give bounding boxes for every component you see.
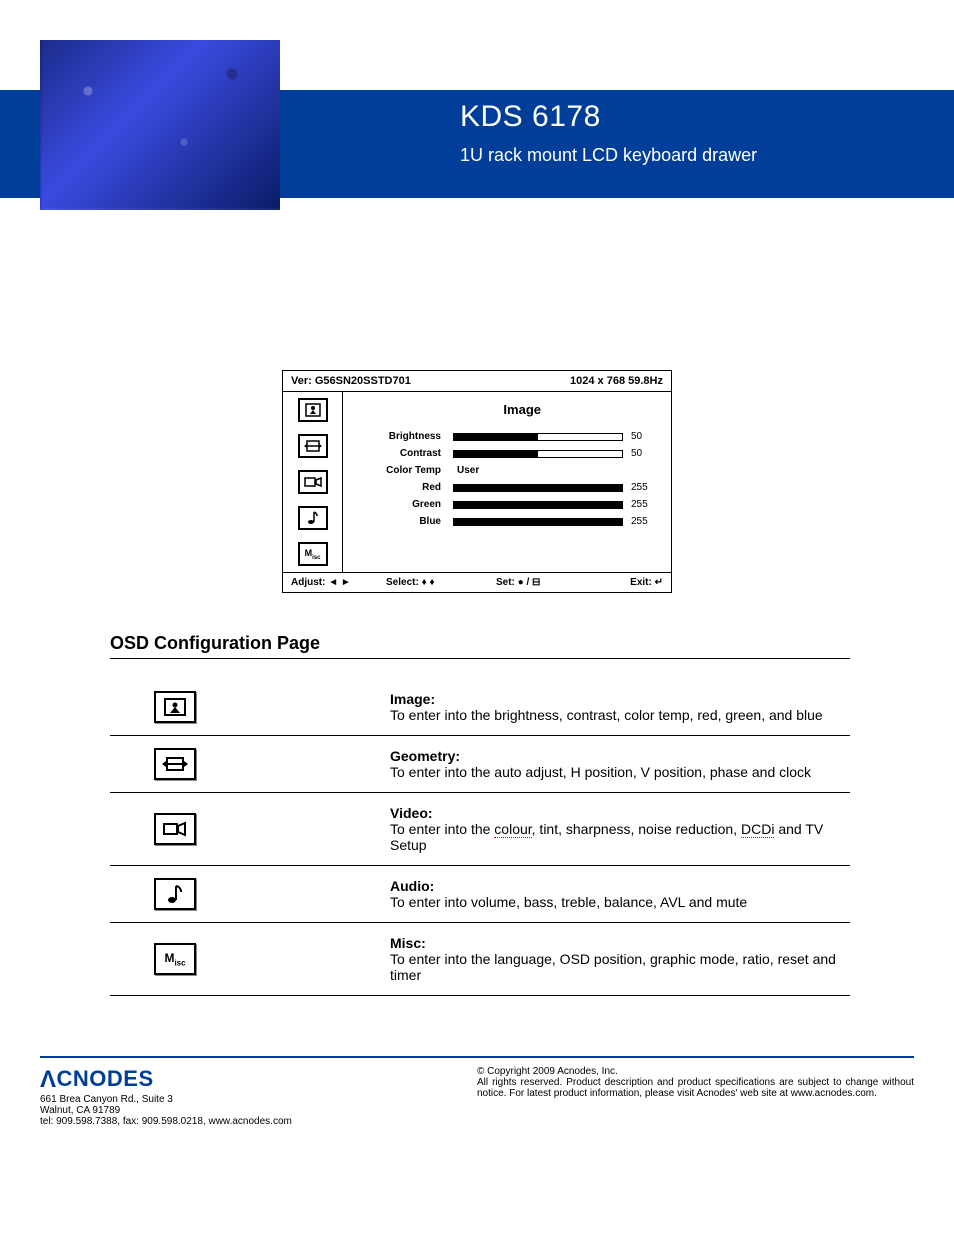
header-banner: KDS 6178 1U rack mount LCD keyboard draw… xyxy=(0,40,954,220)
osd-version: Ver: G56SN20SSTD701 xyxy=(291,375,411,387)
cfg-title: Image: xyxy=(390,691,850,707)
config-table: Image: To enter into the brightness, con… xyxy=(110,679,850,996)
misc-icon: Misc xyxy=(154,943,196,975)
cfg-row-geometry: Geometry: To enter into the auto adjust,… xyxy=(110,736,850,793)
logo: ΛCNODES xyxy=(40,1066,477,1094)
footer-addr2: Walnut, CA 91789 xyxy=(40,1105,477,1116)
osd-exit: Exit: ↵ xyxy=(598,573,671,592)
osd-row-contrast: Contrast 50 xyxy=(343,448,661,459)
cfg-row-image: Image: To enter into the brightness, con… xyxy=(110,679,850,736)
product-title: KDS 6178 xyxy=(460,100,601,134)
header-image xyxy=(40,40,280,210)
cfg-row-video: Video: To enter into the colour, tint, s… xyxy=(110,793,850,866)
osd-panel: Ver: G56SN20SSTD701 1024 x 768 59.8Hz Mi… xyxy=(282,370,672,593)
section-title: OSD Configuration Page xyxy=(110,633,850,659)
cfg-desc-mid: , tint, sharpness, noise reduction, xyxy=(532,821,741,837)
video-icon[interactable] xyxy=(298,470,328,494)
cfg-desc-pre: To enter into the xyxy=(390,821,494,837)
geometry-icon xyxy=(154,748,196,780)
image-icon xyxy=(154,691,196,723)
osd-row-colortemp: Color Temp User xyxy=(343,465,661,476)
footer-addr3: tel: 909.598.7388, fax: 909.598.0218, ww… xyxy=(40,1116,477,1127)
footer-addr1: 661 Brea Canyon Rd., Suite 3 xyxy=(40,1094,477,1105)
misc-icon[interactable]: Misc xyxy=(298,542,328,566)
cfg-desc-dotted: colour xyxy=(494,821,531,838)
audio-icon xyxy=(154,878,196,910)
footer-copy: © Copyright 2009 Acnodes, Inc. xyxy=(477,1066,914,1077)
cfg-title: Audio: xyxy=(390,878,850,894)
osd-adjust: Adjust: ◄ ► xyxy=(283,573,378,592)
osd-side-icons: Misc xyxy=(283,392,343,572)
cfg-desc-dotted2: DCDi xyxy=(741,821,774,838)
osd-row-blue: Blue 255 xyxy=(343,516,661,527)
product-subtitle: 1U rack mount LCD keyboard drawer xyxy=(460,145,757,166)
cfg-row-audio: Audio: To enter into volume, bass, trebl… xyxy=(110,866,850,923)
cfg-desc: To enter into the brightness, contrast, … xyxy=(390,707,823,723)
cfg-desc: To enter into the auto adjust, H positio… xyxy=(390,764,811,780)
osd-row-green: Green 255 xyxy=(343,499,661,510)
osd-set: Set: ● / ⊟ xyxy=(488,573,598,592)
audio-icon[interactable] xyxy=(298,506,328,530)
video-icon xyxy=(154,813,196,845)
osd-resolution: 1024 x 768 59.8Hz xyxy=(570,375,663,387)
image-icon[interactable] xyxy=(298,398,328,422)
cfg-row-misc: Misc Misc: To enter into the language, O… xyxy=(110,923,850,996)
osd-heading: Image xyxy=(343,398,661,425)
cfg-title: Misc: xyxy=(390,935,850,951)
page-footer: ΛCNODES 661 Brea Canyon Rd., Suite 3 Wal… xyxy=(40,1056,914,1127)
geometry-icon[interactable] xyxy=(298,434,328,458)
osd-select: Select: ♦ ♦ xyxy=(378,573,488,592)
osd-row-red: Red 255 xyxy=(343,482,661,493)
footer-legal: All rights reserved. Product description… xyxy=(477,1077,914,1099)
cfg-title: Geometry: xyxy=(390,748,850,764)
cfg-desc: To enter into volume, bass, treble, bala… xyxy=(390,894,747,910)
cfg-title: Video: xyxy=(390,805,850,821)
cfg-desc: To enter into the language, OSD position… xyxy=(390,951,836,983)
osd-bottom-bar: Adjust: ◄ ► Select: ♦ ♦ Set: ● / ⊟ Exit:… xyxy=(283,572,671,592)
osd-row-brightness: Brightness 50 xyxy=(343,431,661,442)
